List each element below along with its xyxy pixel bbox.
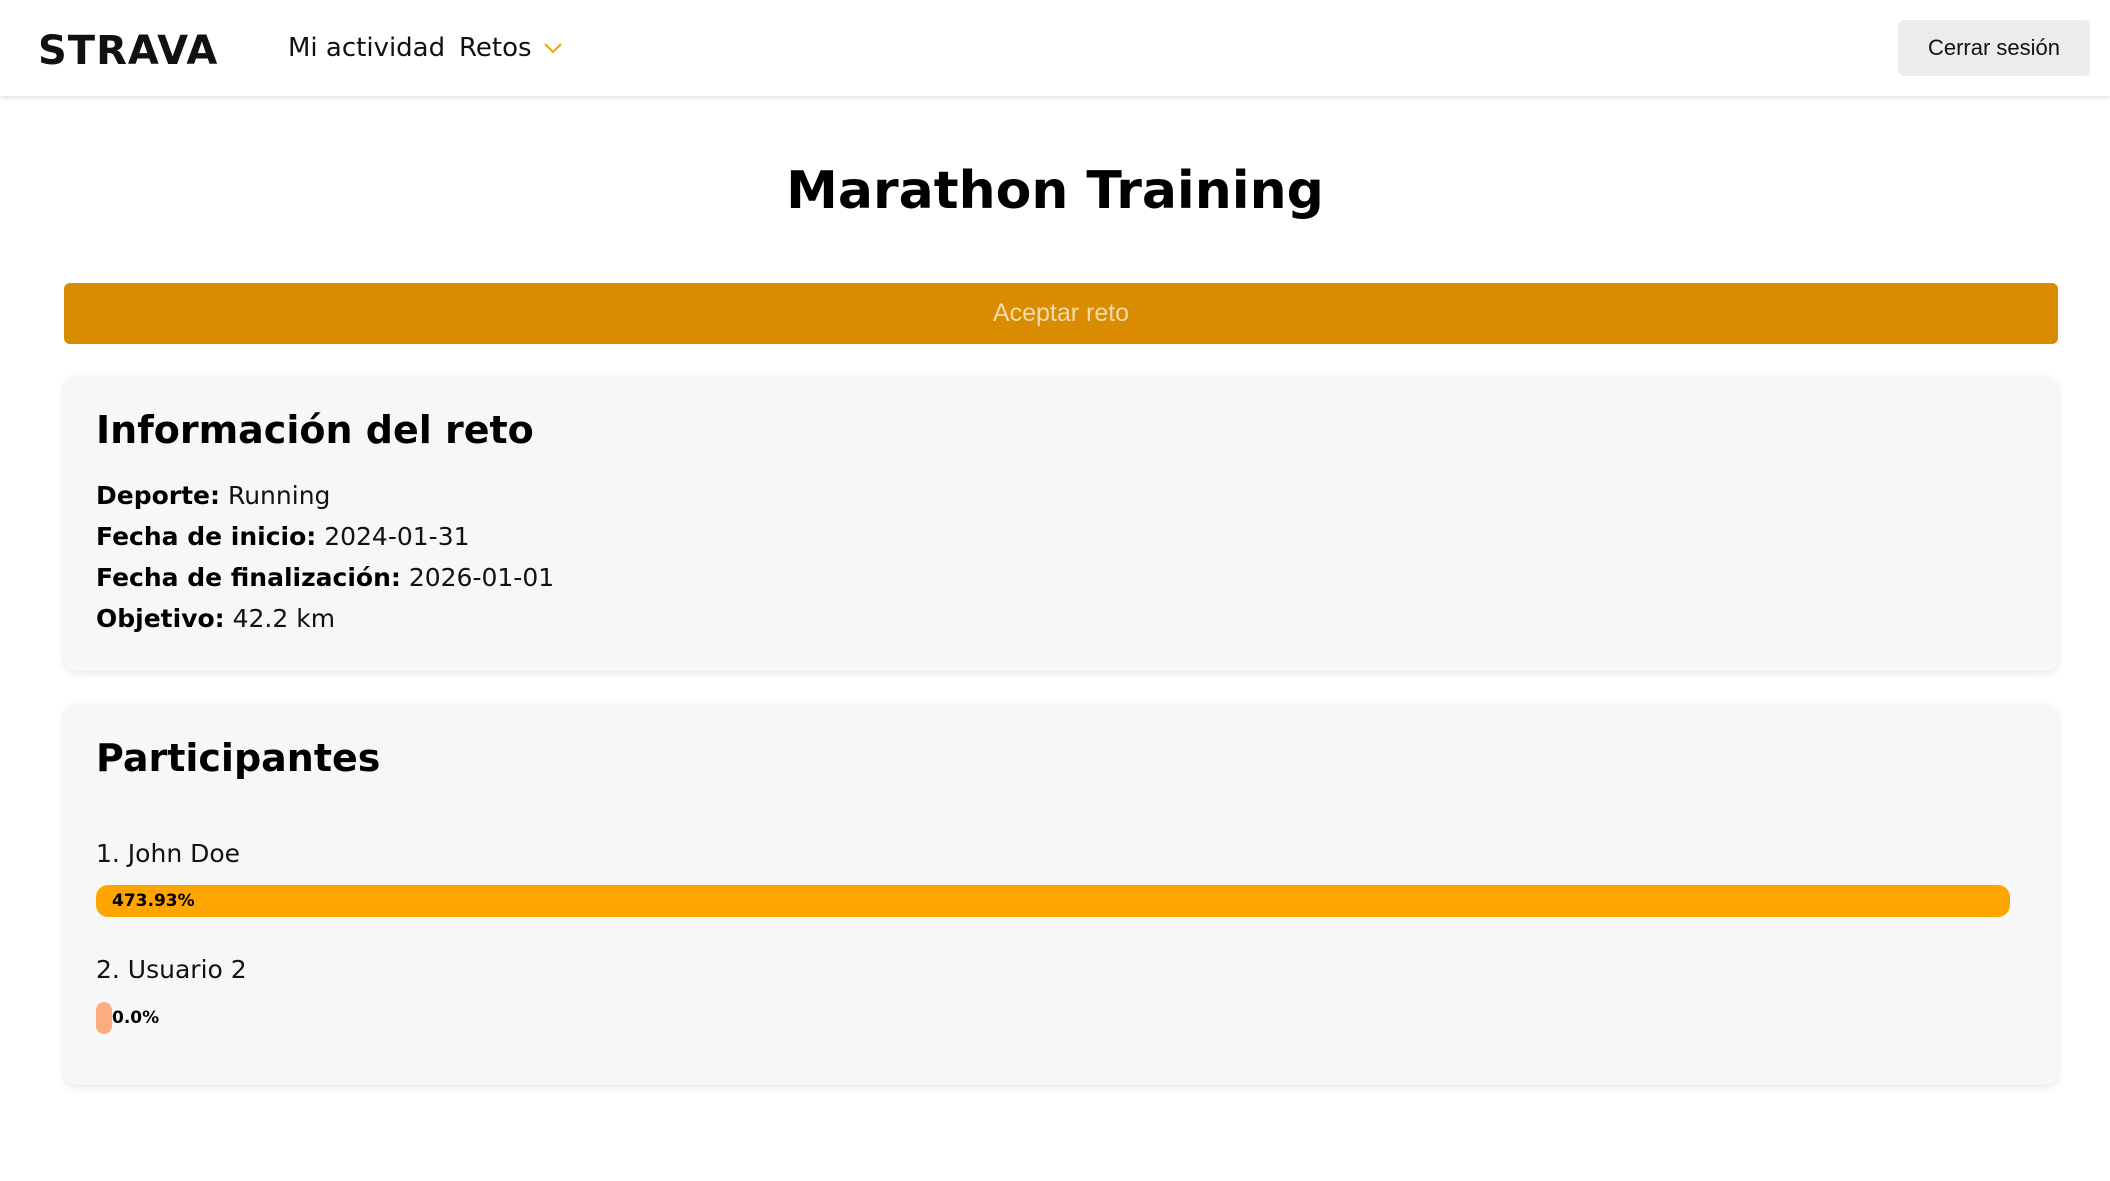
participant-name: 2. Usuario 2 — [96, 955, 247, 984]
start-date-row: Fecha de inicio: 2024-01-31 — [96, 519, 470, 555]
participants-heading: Participantes — [96, 736, 381, 780]
goal-label: Objetivo: — [96, 604, 225, 633]
info-heading: Información del reto — [96, 408, 534, 452]
start-date-value: 2024-01-31 — [324, 522, 470, 551]
strava-logo[interactable]: STRAVA — [38, 26, 220, 70]
goal-value: 42.2 km — [232, 604, 336, 633]
participants-card: Participantes 1. John Doe 473.93% 2. Usu… — [64, 705, 2058, 1085]
progress-bar: 0.0% — [96, 1002, 2010, 1034]
sport-label: Deporte: — [96, 481, 221, 510]
end-date-row: Fecha de finalización: 2026-01-01 — [96, 560, 554, 596]
logo-text: STRAVA — [38, 28, 218, 70]
goal-row: Objetivo: 42.2 km — [96, 601, 335, 637]
top-navbar: STRAVA Mi actividad Retos Cerrar sesión — [0, 0, 2110, 96]
chevron-down-icon[interactable] — [543, 40, 563, 54]
participant-name: 1. John Doe — [96, 839, 241, 868]
nav-challenges[interactable]: Retos — [459, 30, 532, 66]
end-date-value: 2026-01-01 — [408, 563, 555, 592]
accept-challenge-button[interactable]: Aceptar reto — [64, 283, 2058, 344]
strava-logo-mark: STRAVA — [38, 28, 218, 70]
progress-fill — [96, 1002, 112, 1034]
progress-bar: 473.93% — [96, 885, 2010, 917]
logout-button[interactable]: Cerrar sesión — [1898, 20, 2090, 76]
progress-label: 0.0% — [112, 1008, 160, 1028]
sport-value: Running — [227, 481, 331, 510]
progress-fill — [96, 885, 2010, 917]
page-title: Marathon Training — [786, 161, 1324, 221]
sport-row: Deporte: Running — [96, 478, 330, 514]
progress-label: 473.93% — [112, 891, 195, 911]
nav-my-activity[interactable]: Mi actividad — [288, 30, 445, 66]
challenge-info-card: Información del reto Deporte: Running Fe… — [64, 377, 2058, 671]
end-date-label: Fecha de finalización: — [96, 563, 401, 592]
start-date-label: Fecha de inicio: — [96, 522, 317, 551]
